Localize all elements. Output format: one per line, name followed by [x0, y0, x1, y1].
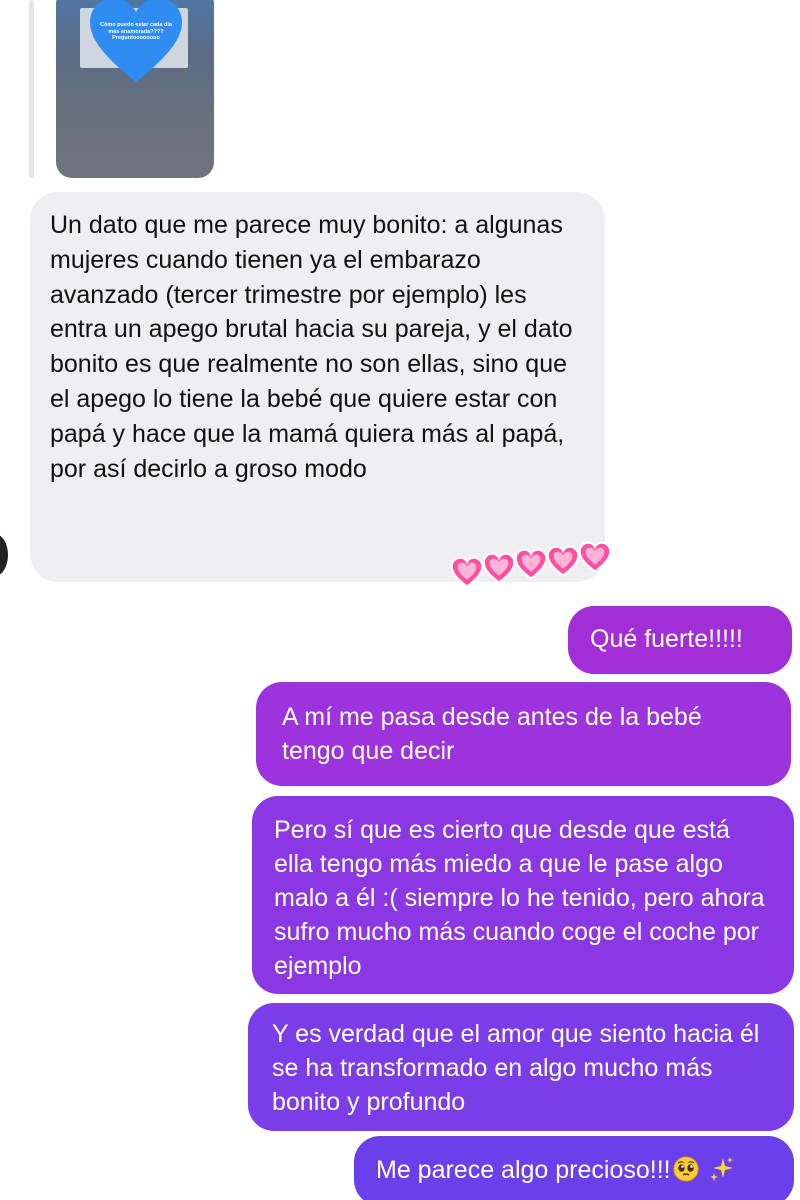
pink-heart-reaction-icon	[514, 548, 548, 580]
reply-indicator-line	[29, 0, 34, 178]
pleading-face-emoji-icon	[673, 1156, 699, 1182]
pink-heart-reaction-icon	[450, 556, 484, 588]
sent-message-bubble[interactable]: Me parece algo precioso!!!	[354, 1136, 794, 1200]
sent-message-text: Me parece algo precioso!!!	[376, 1156, 671, 1184]
received-message-bubble[interactable]: Un dato que me parece muy bonito: a algu…	[30, 192, 605, 582]
received-message-text: Un dato que me parece muy bonito: a algu…	[50, 211, 573, 483]
message-reactions[interactable]	[450, 535, 612, 589]
sparkles-emoji-icon	[709, 1157, 733, 1181]
pink-heart-reaction-icon	[578, 541, 612, 573]
sent-message-text: Y es verdad que el amor que siento hacia…	[272, 1020, 760, 1116]
pink-heart-reaction-icon	[482, 552, 516, 584]
sent-message-text: Qué fuerte!!!!!	[590, 625, 743, 653]
sent-message-bubble[interactable]: Qué fuerte!!!!!	[568, 606, 792, 674]
avatar[interactable]	[0, 534, 8, 576]
sent-message-bubble[interactable]: Y es verdad que el amor que siento hacia…	[248, 1003, 794, 1131]
sent-message-text: Pero sí que es cierto que desde que está…	[274, 816, 765, 980]
sent-message-bubble[interactable]: Pero sí que es cierto que desde que está…	[252, 796, 794, 994]
sent-message-bubble[interactable]: A mí me pasa desde antes de la bebé teng…	[256, 682, 791, 786]
story-caption: Cómo puedo estar cada día más enamorada?…	[100, 22, 172, 41]
pink-heart-reaction-icon	[546, 545, 580, 577]
chat-thread: Cómo puedo estar cada día más enamorada?…	[0, 0, 800, 1200]
sent-message-text: A mí me pasa desde antes de la bebé teng…	[282, 703, 702, 765]
story-reply-thumbnail[interactable]: Cómo puedo estar cada día más enamorada?…	[56, 0, 214, 178]
blue-heart-sticker-icon	[90, 0, 182, 82]
